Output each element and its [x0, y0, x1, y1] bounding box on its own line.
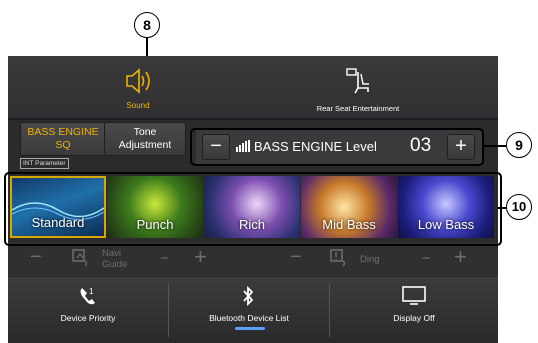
- callout-10: 10: [506, 194, 532, 220]
- callout-10-leader: [498, 207, 506, 209]
- ding-icon: [330, 249, 346, 267]
- divider: [8, 118, 498, 120]
- device-priority-label: Device Priority: [60, 313, 116, 323]
- navi-guide-icon: [72, 249, 88, 267]
- navi-minus-secondary[interactable]: −: [160, 250, 169, 267]
- display-off-label: Display Off: [393, 313, 435, 323]
- bluetooth-device-list-button[interactable]: Bluetooth Device List: [169, 277, 329, 343]
- speaker-icon: [126, 68, 150, 94]
- tab-rear-seat-label: Rear Seat Entertainment: [316, 104, 400, 113]
- bluetooth-icon: [243, 285, 254, 307]
- ding-minus-secondary[interactable]: −: [422, 250, 431, 267]
- callout-8: 8: [134, 12, 160, 38]
- phone-priority-icon: 1: [80, 287, 95, 305]
- ding-label: Ding: [360, 254, 380, 265]
- bass-engine-sq-button[interactable]: BASS ENGINE SQ: [20, 122, 106, 156]
- bass-engine-sq-label: BASS ENGINE SQ: [27, 126, 99, 151]
- navi-guide-label: Navi Guide: [102, 248, 128, 270]
- ding-plus-button[interactable]: +: [454, 244, 467, 270]
- callout-10-box: [4, 172, 502, 246]
- ding-minus-button[interactable]: −: [290, 246, 302, 269]
- int-parameter-badge: INT Parameter: [20, 158, 69, 169]
- navi-minus-button[interactable]: −: [30, 246, 42, 269]
- rear-seat-icon: [346, 68, 369, 94]
- tone-adjustment-button[interactable]: Tone Adjustment: [104, 122, 186, 156]
- active-indicator: [235, 327, 265, 330]
- tab-rear-seat-entertainment[interactable]: Rear Seat Entertainment: [258, 64, 458, 114]
- bluetooth-device-list-label: Bluetooth Device List: [209, 313, 289, 323]
- tab-sound-label: Sound: [126, 101, 150, 110]
- callout-9-box: [190, 128, 484, 166]
- display-icon: [402, 286, 426, 305]
- tone-adjustment-label: Tone Adjustment: [118, 126, 172, 151]
- tab-sound[interactable]: Sound: [48, 64, 228, 114]
- display-off-button[interactable]: Display Off: [330, 277, 498, 343]
- callout-9: 9: [506, 132, 532, 158]
- device-priority-button[interactable]: 1 Device Priority: [8, 277, 168, 343]
- navi-plus-button[interactable]: +: [194, 244, 207, 270]
- svg-text:1: 1: [89, 287, 94, 296]
- callout-9-leader: [482, 145, 506, 147]
